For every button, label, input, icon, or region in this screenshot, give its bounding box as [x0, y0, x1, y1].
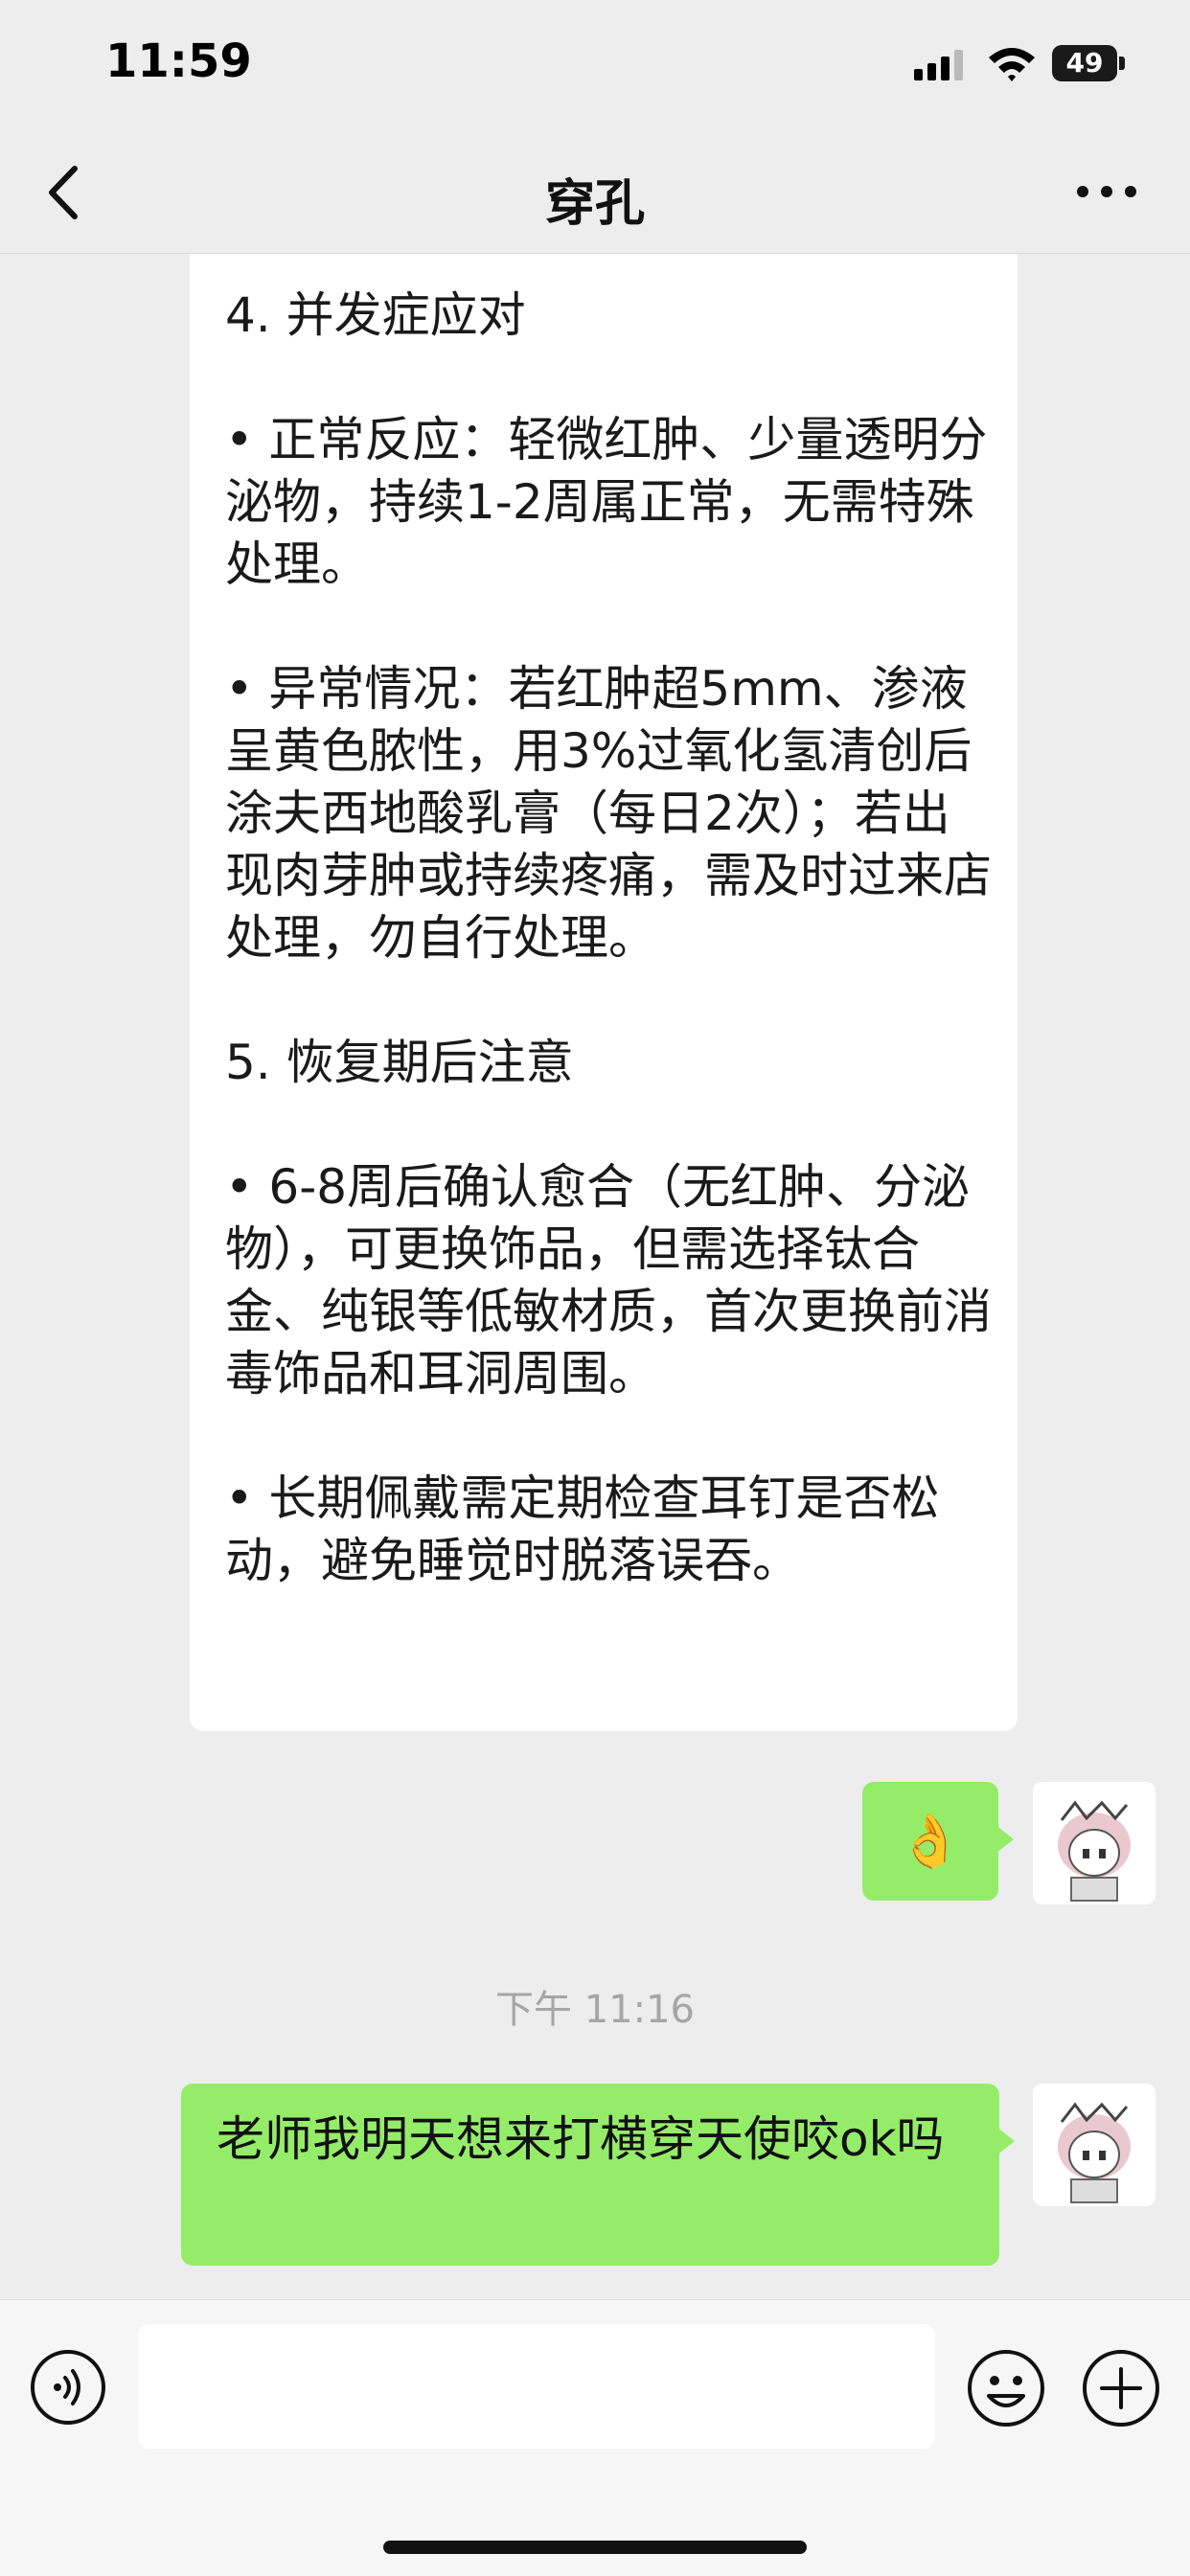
sent-text-message[interactable]: 老师我明天想来打横穿天使咬ok吗 — [181, 2084, 1015, 2266]
home-indicator — [383, 2541, 807, 2554]
sent-emoji-message[interactable]: 👌 — [862, 1782, 1014, 1901]
plus-icon[interactable] — [1081, 2348, 1161, 2428]
time-separator: 下午 11:16 — [495, 1988, 695, 2032]
chat-messages[interactable]: 4. 并发症应对 • 正常反应：轻微红肿、少量透明分泌物，持续1-2周属正常，无… — [0, 254, 1190, 2299]
avatar[interactable] — [1033, 2084, 1156, 2206]
avatar[interactable] — [1033, 1782, 1156, 1904]
anime-avatar-icon — [1033, 1782, 1156, 1904]
more-options-icon[interactable] — [1073, 172, 1140, 211]
status-bar: 11:59 49 — [0, 0, 1190, 134]
battery-level: 49 — [1065, 47, 1104, 79]
received-message-text: 4. 并发症应对 • 正常反应：轻微红肿、少量透明分泌物，持续1-2周属正常，无… — [225, 287, 992, 1588]
status-time: 11:59 — [105, 34, 252, 88]
wifi-icon — [989, 48, 1035, 81]
chat-title: 穿孔 — [544, 175, 645, 233]
anime-avatar-icon — [1033, 2084, 1156, 2206]
ok-hand-emoji: 👌 — [898, 1811, 963, 1871]
battery-icon: 49 — [1052, 45, 1127, 81]
voice-input-icon[interactable] — [29, 2348, 107, 2427]
sent-message-text: 老师我明天想来打横穿天使咬ok吗 — [217, 2111, 945, 2167]
emoji-icon[interactable] — [966, 2348, 1046, 2428]
received-message[interactable]: 4. 并发症应对 • 正常反应：轻微红肿、少量透明分泌物，持续1-2周属正常，无… — [190, 254, 1018, 1731]
cellular-signal-icon — [914, 50, 963, 80]
input-bar — [0, 2299, 1190, 2576]
message-input[interactable] — [138, 2324, 935, 2449]
nav-bar: 穿孔 — [0, 134, 1190, 254]
